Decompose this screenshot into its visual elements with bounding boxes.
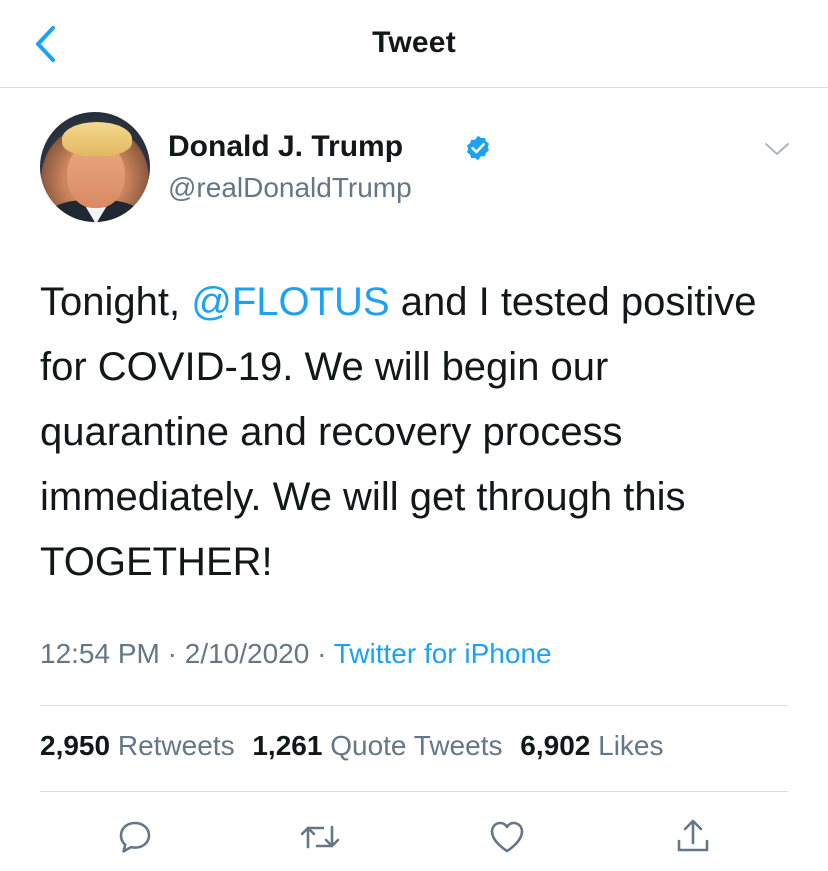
tweet-time: 12:54 PM bbox=[40, 638, 160, 669]
retweets-stat[interactable]: 2,950 Retweets bbox=[40, 730, 245, 761]
author-handle[interactable]: @realDonaldTrump bbox=[168, 172, 412, 204]
heart-icon bbox=[490, 821, 524, 853]
tweet-metadata: 12:54 PM · 2/10/2020 · Twitter for iPhon… bbox=[40, 638, 552, 670]
tweet-author-header: Donald J. Trump @realDonaldTrump bbox=[40, 112, 800, 224]
page-title: Tweet bbox=[372, 26, 456, 59]
reply-icon bbox=[119, 821, 151, 853]
tweet-text-body: and I tested positive for COVID-19. We w… bbox=[40, 280, 757, 584]
tweet-date: 2/10/2020 bbox=[184, 638, 310, 669]
quote-tweets-count: 1,261 bbox=[252, 730, 323, 761]
reply-button[interactable] bbox=[110, 812, 160, 862]
retweets-label: Retweets bbox=[117, 730, 235, 761]
retweets-count: 2,950 bbox=[40, 730, 111, 761]
meta-separator: · bbox=[309, 638, 334, 669]
tweet-text: Tonight, @FLOTUS and I tested positive f… bbox=[40, 270, 800, 595]
likes-label: Likes bbox=[598, 730, 664, 761]
meta-separator: · bbox=[159, 638, 185, 669]
like-button[interactable] bbox=[482, 812, 532, 862]
likes-stat[interactable]: 6,902 Likes bbox=[520, 730, 673, 761]
avatar-hair bbox=[62, 122, 132, 156]
mention-link[interactable]: @FLOTUS bbox=[191, 280, 389, 324]
share-icon bbox=[677, 819, 709, 852]
retweet-button[interactable] bbox=[295, 812, 345, 862]
verified-badge-icon bbox=[467, 135, 489, 161]
tweet-action-bar bbox=[40, 812, 788, 862]
share-button[interactable] bbox=[668, 812, 718, 862]
engagement-stats: 2,950 Retweets 1,261 Quote Tweets 6,902 … bbox=[40, 730, 674, 762]
retweet-icon bbox=[300, 825, 340, 849]
more-options-button[interactable] bbox=[762, 134, 792, 164]
divider bbox=[40, 705, 788, 706]
tweet-text-intro: Tonight, bbox=[40, 280, 192, 324]
avatar[interactable] bbox=[40, 112, 150, 222]
chevron-down-icon bbox=[765, 143, 789, 155]
tweet-source-link[interactable]: Twitter for iPhone bbox=[334, 638, 552, 669]
likes-count: 6,902 bbox=[520, 730, 591, 761]
navigation-bar: Tweet bbox=[0, 0, 828, 88]
author-display-name[interactable]: Donald J. Trump bbox=[168, 130, 403, 164]
quote-tweets-stat[interactable]: 1,261 Quote Tweets bbox=[252, 730, 512, 761]
quote-tweets-label: Quote Tweets bbox=[330, 730, 503, 761]
divider bbox=[40, 791, 788, 792]
